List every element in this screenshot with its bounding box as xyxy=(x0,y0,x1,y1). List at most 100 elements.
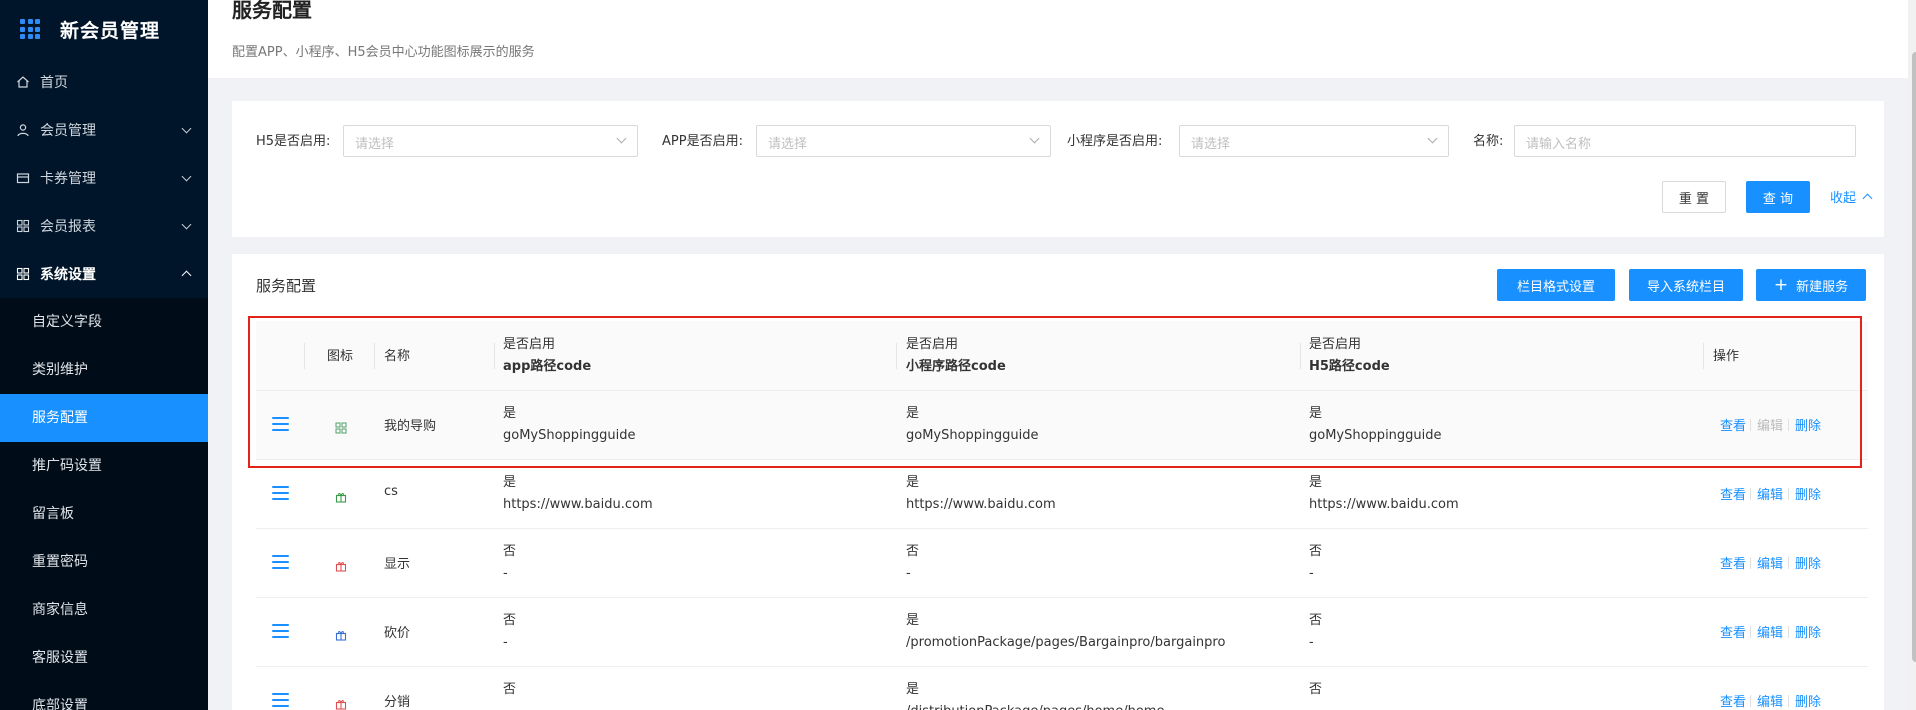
collapse-link[interactable]: 收起 xyxy=(1830,187,1873,206)
col-header-h5-top: 是否启用 xyxy=(1309,337,1362,352)
chevron-up-icon xyxy=(1862,193,1873,204)
scrollbar-thumb[interactable] xyxy=(1912,52,1916,662)
submenu-item-message-board[interactable]: 留言板 xyxy=(0,490,208,538)
chevron-down-icon xyxy=(1427,133,1438,144)
service-name: cs xyxy=(384,484,398,499)
app-code: - xyxy=(503,701,516,710)
app-code: - xyxy=(503,566,508,581)
submenu-item-customer-service[interactable]: 客服设置 xyxy=(0,634,208,682)
h5-code: https://www.baidu.com xyxy=(1309,497,1459,512)
col-header-app: 是否启用 app路径code xyxy=(503,334,591,378)
mini-cell: 是 goMyShoppingguide xyxy=(906,403,1039,447)
name-input[interactable]: 请输入名称 xyxy=(1514,125,1856,157)
app-cell: 否- xyxy=(503,541,516,585)
h5-code: - xyxy=(1309,566,1314,581)
logo[interactable]: 新会员管理 xyxy=(0,0,208,58)
chevron-down-icon xyxy=(616,133,627,144)
delete-link[interactable]: 删除 xyxy=(1795,691,1821,710)
select-placeholder: 请选择 xyxy=(355,137,395,152)
edit-link[interactable]: 编辑 xyxy=(1757,622,1783,641)
query-button[interactable]: 查 询 xyxy=(1746,181,1810,213)
delete-link[interactable]: 删除 xyxy=(1795,484,1821,503)
drag-handle-icon[interactable] xyxy=(272,624,289,638)
col-header-mini: 是否启用 小程序路径code xyxy=(906,334,1006,378)
h5-cell: 是 https://www.baidu.com xyxy=(1309,472,1459,516)
table-row: 分销否-是/distributionPackage/pages/home/hom… xyxy=(256,667,1868,710)
column-format-button[interactable]: 栏目格式设置 xyxy=(1497,269,1615,301)
view-link[interactable]: 查看 xyxy=(1720,553,1746,572)
menu-label: 首页 xyxy=(40,75,68,91)
menu-item-members[interactable]: 会员管理 xyxy=(0,106,208,154)
drag-handle-icon[interactable] xyxy=(272,693,289,707)
edit-link[interactable]: 编辑 xyxy=(1757,415,1783,434)
mini-cell: 是/distributionPackage/pages/home/home xyxy=(906,679,1164,710)
gift-icon xyxy=(335,488,347,503)
submenu-item-reset-password[interactable]: 重置密码 xyxy=(0,538,208,586)
edit-link[interactable]: 编辑 xyxy=(1757,691,1783,710)
page-header: 服务配置 配置APP、小程序、H5会员中心功能图标展示的服务 xyxy=(208,0,1908,78)
import-system-columns-button[interactable]: 导入系统栏目 xyxy=(1629,269,1743,301)
home-icon xyxy=(16,75,30,89)
menu-item-coupons[interactable]: 卡券管理 xyxy=(0,154,208,202)
reset-button[interactable]: 重 置 xyxy=(1662,181,1726,213)
app-enabled: 否 xyxy=(503,682,517,697)
edit-link[interactable]: 编辑 xyxy=(1757,553,1783,572)
table-card: 服务配置 栏目格式设置 导入系统栏目 + 新建服务 图标 名称 是否启用 app… xyxy=(232,254,1884,710)
submenu-item-footer[interactable]: 底部设置 xyxy=(0,682,208,710)
column-separator xyxy=(494,343,495,369)
menu-item-reports[interactable]: 会员报表 xyxy=(0,202,208,250)
h5-cell: 否- xyxy=(1309,610,1322,654)
mini-enabled-select[interactable]: 请选择 xyxy=(1179,125,1449,157)
mini-enabled: 是 xyxy=(906,613,920,628)
delete-link[interactable]: 删除 xyxy=(1795,553,1821,572)
view-link[interactable]: 查看 xyxy=(1720,691,1746,710)
select-placeholder: 请选择 xyxy=(768,137,808,152)
column-separator xyxy=(896,343,897,369)
service-name: 分销 xyxy=(384,695,411,710)
chevron-down-icon xyxy=(1029,133,1040,144)
h5-enabled-label: H5是否启用: xyxy=(256,134,331,149)
action-separator xyxy=(1750,626,1751,638)
table-row: cs 是 https://www.baidu.com 是 https://www.bai… xyxy=(256,460,1868,529)
filter-card: H5是否启用: 请选择 APP是否启用: 请选择 小程序是否启用: 请选择 名称… xyxy=(232,101,1884,237)
submenu-item-promo-code[interactable]: 推广码设置 xyxy=(0,442,208,490)
mini-cell: 否- xyxy=(906,541,919,585)
page-description: 配置APP、小程序、H5会员中心功能图标展示的服务 xyxy=(232,45,535,60)
gift-icon xyxy=(335,626,347,641)
select-placeholder: 请选择 xyxy=(1191,137,1231,152)
delete-link[interactable]: 删除 xyxy=(1795,622,1821,641)
app-grid-icon xyxy=(20,19,40,39)
drag-handle-icon[interactable] xyxy=(272,486,289,500)
submenu-item-category[interactable]: 类别维护 xyxy=(0,346,208,394)
action-separator xyxy=(1750,419,1751,431)
submenu-item-service-config[interactable]: 服务配置 xyxy=(0,394,208,442)
chevron-up-icon xyxy=(181,270,192,281)
drag-handle-icon[interactable] xyxy=(272,417,289,431)
new-service-button[interactable]: + 新建服务 xyxy=(1756,269,1866,301)
edit-link[interactable]: 编辑 xyxy=(1757,484,1783,503)
app-title: 新会员管理 xyxy=(60,19,161,42)
service-name: 砍价 xyxy=(384,626,411,641)
app-cell: 是 https://www.baidu.com xyxy=(503,472,653,516)
view-link[interactable]: 查看 xyxy=(1720,622,1746,641)
h5-cell: 否- xyxy=(1309,679,1322,710)
scrollbar[interactable] xyxy=(1908,0,1916,710)
action-separator xyxy=(1788,488,1789,500)
h5-enabled-select[interactable]: 请选择 xyxy=(343,125,638,157)
action-separator xyxy=(1788,695,1789,707)
column-separator xyxy=(304,343,305,369)
menu-item-home[interactable]: 首页 xyxy=(0,58,208,106)
h5-enabled: 否 xyxy=(1309,613,1323,628)
drag-handle-icon[interactable] xyxy=(272,555,289,569)
user-icon xyxy=(16,123,30,137)
action-separator xyxy=(1750,557,1751,569)
menu-item-system-settings[interactable]: 系统设置 xyxy=(0,250,208,298)
view-link[interactable]: 查看 xyxy=(1720,415,1746,434)
submenu-item-merchant-info[interactable]: 商家信息 xyxy=(0,586,208,634)
mini-enabled: 是 xyxy=(906,682,920,697)
delete-link[interactable]: 删除 xyxy=(1795,415,1821,434)
submenu-item-custom-fields[interactable]: 自定义字段 xyxy=(0,298,208,346)
app-enabled-select[interactable]: 请选择 xyxy=(756,125,1051,157)
mini-enabled: 是 xyxy=(906,475,920,490)
view-link[interactable]: 查看 xyxy=(1720,484,1746,503)
